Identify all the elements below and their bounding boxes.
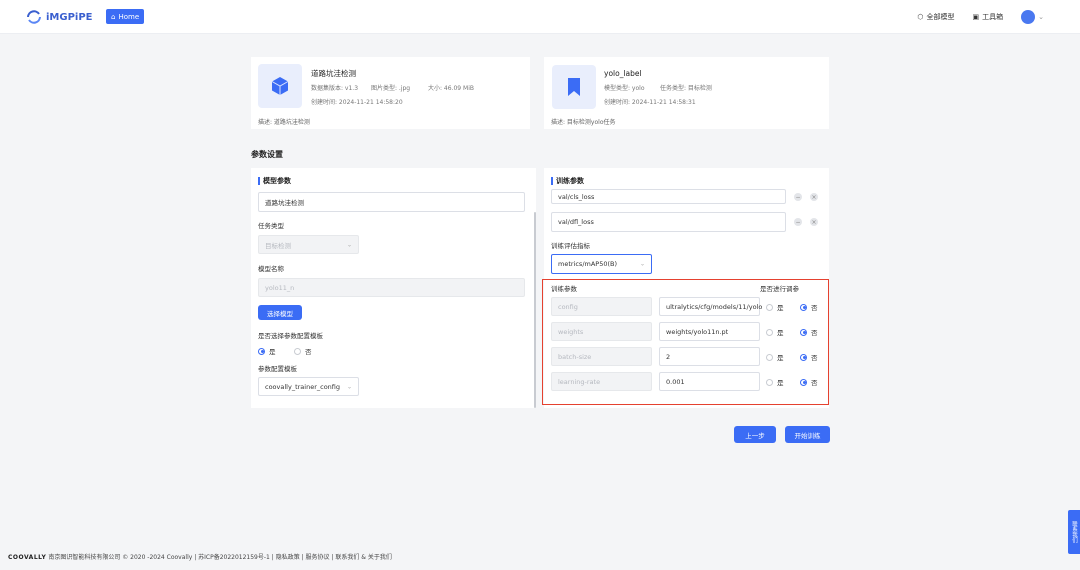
tune-yes-radio[interactable]: 是 [766,327,784,337]
chevron-down-icon: ⌄ [639,260,645,268]
section-title: 参数设置 [251,150,283,159]
contact-side-tab[interactable]: 联系我们 [1068,510,1080,554]
chevron-down-icon: ⌄ [1038,13,1044,21]
model-name-label: 模型名称 [258,265,284,273]
minus-icon[interactable]: − [794,218,802,226]
toolbox-link[interactable]: ▣ 工具箱 [973,12,1004,22]
param-value-input[interactable]: 2 [659,347,760,366]
dataset-version: 数据集版本: v1.3 [311,85,359,92]
tune-header: 是否进行调参 [760,285,799,293]
model-type: 模型类型: yolo [604,85,645,92]
param-value-input[interactable]: weights/yolo11n.pt [659,322,760,341]
tune-yes-radio[interactable]: 是 [766,302,784,312]
param-table-header: 训练参数 [551,285,577,293]
home-icon: ⌂ [111,12,116,21]
tune-yes-radio[interactable]: 是 [766,352,784,362]
footer-brand: COOVALLY [8,554,47,561]
model-params-panel: 模型参数 道路坑洼检测 任务类型 目标检测 ⌄ 模型名称 yolo11_n 选择… [251,168,536,408]
task-type-select[interactable]: 目标检测 ⌄ [258,235,359,254]
task-type-label: 任务类型 [258,222,284,230]
dataset-image-type: 图片类型: .jpg [371,85,411,92]
top-bar: iMGPiPE ⌂ Home ⬡ 全部模型 ▣ 工具箱 ⌄ [0,0,1080,34]
dataset-card: 道路坑洼检测 数据集版本: v1.3 图片类型: .jpg 大小: 46.09 … [251,57,530,129]
template-yes-radio[interactable]: 是 [258,346,276,356]
model-name-input[interactable]: 道路坑洼检测 [258,192,525,212]
param-name: batch-size [551,347,652,366]
model-desc: 描述: 目标检测yolo任务 [551,119,616,126]
radio-circle [294,347,301,355]
choose-model-button[interactable]: 选择模型 [258,305,302,320]
dataset-created: 创建时间: 2024-11-21 14:58:20 [311,99,403,106]
model-task-type: 任务类型: 目标检测 [660,85,712,92]
model-title: yolo_label [604,69,642,78]
model-card: yolo_label 模型类型: yolo 任务类型: 目标检测 创建时间: 2… [544,57,829,129]
toolbox-icon: ▣ [972,13,980,21]
scrollbar[interactable] [534,212,536,408]
chevron-down-icon: ⌄ [346,383,352,390]
home-label: Home [118,12,140,21]
loss-item-input[interactable]: val/cls_loss [551,189,786,204]
param-name: config [551,297,652,316]
template-no-radio[interactable]: 否 [294,346,312,356]
metric-label: 训练评估指标 [551,242,590,250]
tune-no-radio[interactable]: 否 [800,327,818,337]
logo-text: iMGPiPE [46,11,93,23]
model-params-header: 模型参数 [258,176,291,186]
close-icon[interactable]: × [810,218,818,226]
minus-icon[interactable]: − [794,193,802,201]
footer: COOVALLY 南京图识智能科技有限公司 © 2020 -2024 Coova… [8,552,392,561]
logo-icon [27,10,41,24]
model-name-field[interactable]: yolo11_n [258,278,525,297]
bookmark-icon [552,65,596,109]
tune-no-radio[interactable]: 否 [800,302,818,312]
param-name: learning-rate [551,372,652,391]
tune-yes-radio[interactable]: 是 [766,377,784,387]
param-value-input[interactable]: 0.001 [659,372,760,391]
user-menu[interactable]: ⌄ [1021,10,1044,24]
metric-select[interactable]: metrics/mAP50(B) ⌄ [551,254,652,274]
all-models-link[interactable]: ⬡ 全部模型 [917,12,954,22]
close-icon[interactable]: × [810,193,818,201]
train-params-header: 训练参数 [551,176,584,186]
all-models-label: 全部模型 [926,13,955,21]
cube-icon [258,64,302,108]
home-button[interactable]: ⌂ Home [106,9,145,24]
tune-no-radio[interactable]: 否 [800,352,818,362]
avatar [1021,10,1036,24]
use-template-label: 是否选择参数配置模板 [258,332,323,340]
tune-no-radio[interactable]: 否 [800,377,818,387]
toolbox-label: 工具箱 [982,13,1004,21]
param-value-input[interactable]: ultralytics/cfg/models/11/yolo [659,297,762,316]
cube-icon: ⬡ [917,13,924,21]
loss-item-input[interactable]: val/dfl_loss [551,212,786,232]
model-created: 创建时间: 2024-11-21 14:58:31 [604,99,696,106]
dataset-size: 大小: 46.09 MiB [428,85,474,92]
template-label: 参数配置模板 [258,365,297,373]
prev-step-button[interactable]: 上一步 [734,426,776,443]
param-name: weights [551,322,652,341]
template-select[interactable]: coovally_trainer_config ⌄ [258,377,359,396]
chevron-down-icon: ⌄ [346,241,352,248]
footer-text: 南京图识智能科技有限公司 © 2020 -2024 Coovally | 苏IC… [48,554,392,561]
radio-circle [258,347,265,355]
start-training-button[interactable]: 开始训练 [785,426,830,443]
dataset-title: 道路坑洼检测 [311,69,356,78]
dataset-desc: 描述: 道路坑洼检测 [258,119,310,126]
app-logo[interactable]: iMGPiPE [26,10,93,24]
